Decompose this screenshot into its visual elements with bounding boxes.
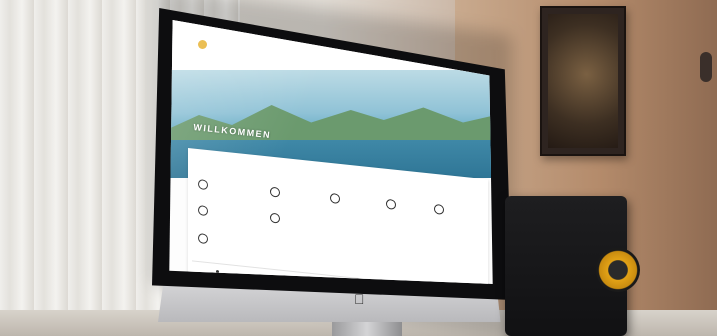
booking-option[interactable] [270,212,283,224]
option-circle-icon [270,212,280,224]
booking-option[interactable] [386,198,399,210]
booking-option[interactable] [198,179,211,191]
booking-option[interactable] [270,186,283,198]
apple-logo-icon:  [354,292,365,306]
option-circle-icon [330,192,340,204]
option-circle-icon [198,233,208,245]
photo-scene:  WILLKOMMEN [0,0,717,336]
option-circle-icon [270,186,280,198]
booking-option[interactable] [198,233,211,245]
booking-option[interactable] [434,203,447,215]
option-circle-icon [198,179,208,191]
option-circle-icon [198,205,208,217]
booking-option[interactable] [198,205,211,217]
speaker-woofer [596,248,640,292]
framed-picture [540,6,626,156]
sun-logo-icon [198,40,207,49]
option-circle-icon [386,198,396,210]
option-circle-icon [434,203,444,215]
picture-canvas [548,14,618,148]
wall-hook [700,52,712,82]
booking-option[interactable] [330,192,343,204]
